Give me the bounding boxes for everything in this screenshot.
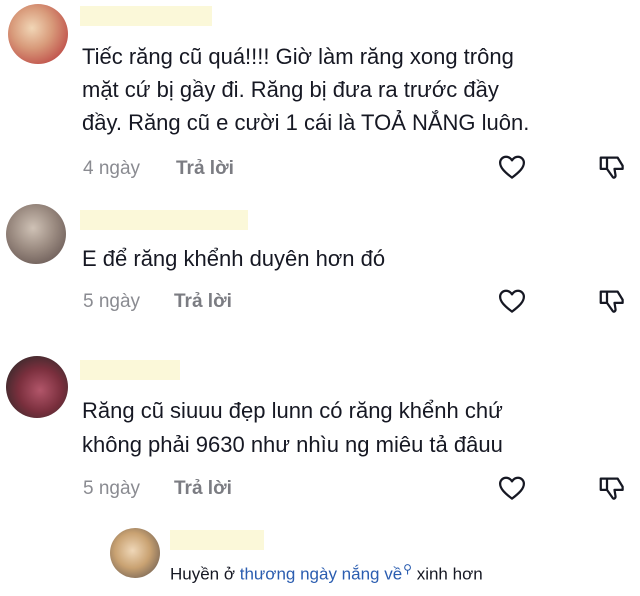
avatar[interactable]: [8, 4, 68, 64]
dislike-icon[interactable]: [597, 473, 627, 503]
comment-text-line: E để răng khểnh duyên hơn đó: [82, 246, 386, 271]
search-link[interactable]: thương ngày nắng về: [240, 565, 402, 584]
heart-outline-icon[interactable]: [497, 286, 527, 316]
dislike-icon[interactable]: [597, 152, 627, 182]
heart-outline-icon[interactable]: [497, 152, 527, 182]
avatar[interactable]: [6, 204, 66, 264]
comment-text-line: Răng cũ siuuu đẹp lunn có răng khểnh chứ: [82, 398, 503, 423]
comment-text-line: Tiếc răng cũ quá!!!! Giờ làm răng xong t…: [82, 44, 514, 69]
username-redacted[interactable]: [170, 530, 264, 550]
avatar[interactable]: [6, 356, 68, 418]
comment-text-line: đầy. Răng cũ e cười 1 cái là TOẢ NẮNG lu…: [82, 110, 530, 135]
comment-text-line: mặt cứ bị gầy đi. Răng bị đưa ra trước đ…: [82, 77, 499, 102]
heart-outline-icon[interactable]: [497, 473, 527, 503]
reply-prefix: Huyền ở: [170, 564, 236, 584]
username-redacted[interactable]: [80, 6, 212, 26]
reply-text: Huyền ở thương ngày nắng về⚲ xinh hơn: [170, 562, 483, 585]
username-redacted[interactable]: [80, 210, 248, 230]
search-icon[interactable]: ⚲: [403, 562, 412, 576]
reply-suffix: xinh hơn: [416, 564, 483, 584]
comment-timestamp: 5 ngày: [83, 291, 141, 312]
comment-timestamp: 4 ngày: [83, 158, 141, 179]
username-redacted[interactable]: [80, 360, 180, 380]
comment-text-line: không phải 9630 như nhìu ng miêu tả đâuu: [82, 432, 503, 457]
reply-button[interactable]: Trả lời: [176, 158, 234, 180]
reply-button[interactable]: Trả lời: [174, 291, 232, 313]
dislike-icon[interactable]: [597, 286, 627, 316]
comment-timestamp: 5 ngày: [83, 478, 141, 499]
reply-button[interactable]: Trả lời: [174, 478, 232, 500]
avatar[interactable]: [110, 528, 160, 578]
